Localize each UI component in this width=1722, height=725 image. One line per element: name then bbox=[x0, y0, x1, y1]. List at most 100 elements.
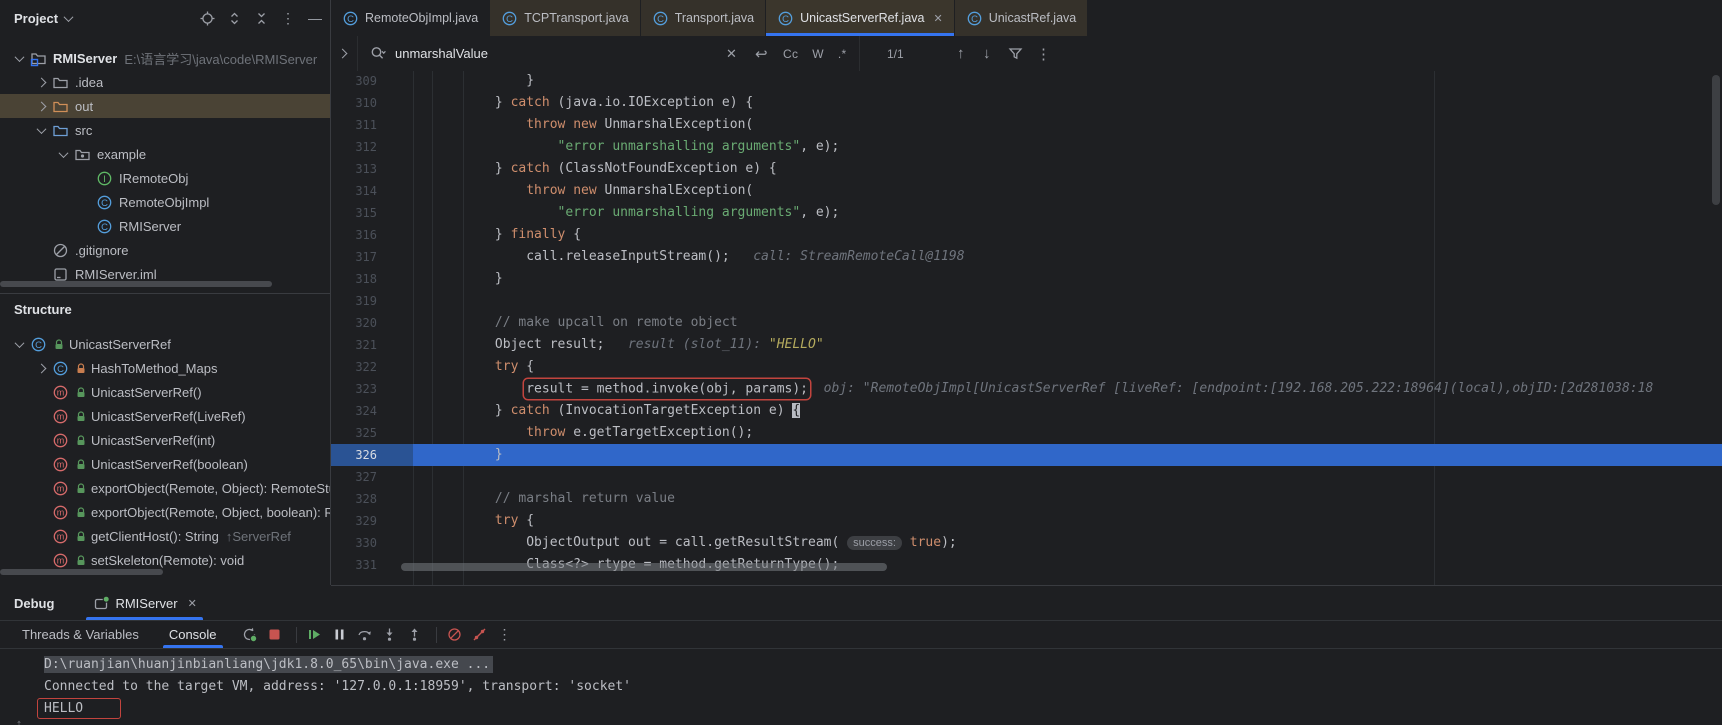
line-number[interactable]: 330 bbox=[331, 532, 377, 554]
project-horizontal-scrollbar[interactable] bbox=[0, 281, 272, 287]
toggle-match-case[interactable]: Cc bbox=[783, 47, 798, 61]
tree-item-exportobject-remote-object-remotestu[interactable]: mexportObject(Remote, Object): RemoteStu bbox=[0, 476, 330, 500]
code-line-324[interactable]: 324 } catch (InvocationTargetException e… bbox=[331, 400, 1722, 422]
tree-item-.gitignore[interactable]: .gitignore bbox=[0, 238, 330, 262]
code-line-329[interactable]: 329 try { bbox=[331, 510, 1722, 532]
line-number[interactable]: 325 bbox=[331, 422, 377, 444]
tree-item-exportobject-remote-object-boolean-r[interactable]: mexportObject(Remote, Object, boolean): … bbox=[0, 500, 330, 524]
tab-tcptransport.java[interactable]: CTCPTransport.java bbox=[490, 0, 640, 36]
step-over-icon[interactable] bbox=[354, 624, 376, 646]
mute-breakpoints-icon[interactable] bbox=[469, 624, 491, 646]
chevron-down-icon[interactable] bbox=[14, 52, 24, 62]
line-number[interactable]: 322 bbox=[331, 356, 377, 378]
editor-horizontal-scrollbar[interactable] bbox=[401, 563, 887, 571]
code-line-330[interactable]: 330 ObjectOutput out = call.getResultStr… bbox=[331, 532, 1722, 554]
code-line-315[interactable]: 315 "error unmarshalling arguments", e); bbox=[331, 202, 1722, 224]
select-opened-file-icon[interactable] bbox=[198, 9, 216, 27]
tree-item-getclienthost-string[interactable]: mgetClientHost(): String↑ServerRef bbox=[0, 524, 330, 548]
more-icon[interactable]: ⋮ bbox=[279, 9, 297, 27]
line-number[interactable]: 323 bbox=[331, 378, 377, 400]
line-number[interactable]: 328 bbox=[331, 488, 377, 510]
code-line-318[interactable]: 318 } bbox=[331, 268, 1722, 290]
debug-session-tab[interactable]: RMIServer ✕ bbox=[82, 586, 206, 620]
close-icon[interactable]: ✕ bbox=[188, 597, 197, 610]
line-number[interactable]: 311 bbox=[331, 114, 377, 136]
tree-item-src[interactable]: src bbox=[0, 118, 330, 142]
code-line-316[interactable]: 316 } finally { bbox=[331, 224, 1722, 246]
tree-item-unicastserverref-liveref-[interactable]: mUnicastServerRef(LiveRef) bbox=[0, 404, 330, 428]
view-breakpoints-icon[interactable] bbox=[444, 624, 466, 646]
console-line[interactable]: Connected to the target VM, address: '12… bbox=[44, 676, 631, 698]
tree-item-iremoteobj[interactable]: IIRemoteObj bbox=[0, 166, 330, 190]
code-line-320[interactable]: 320 // make upcall on remote object bbox=[331, 312, 1722, 334]
code-line-317[interactable]: 317 call.releaseInputStream(); call: Str… bbox=[331, 246, 1722, 268]
step-into-icon[interactable] bbox=[379, 624, 401, 646]
code-line-327[interactable]: 327 bbox=[331, 466, 1722, 488]
arrow-up-icon[interactable]: ↑ bbox=[10, 716, 28, 725]
collapse-search-icon[interactable] bbox=[339, 36, 346, 71]
console-line[interactable]: D:\ruanjian\huanjinbianliang\jdk1.8.0_65… bbox=[44, 654, 493, 676]
tree-item-out[interactable]: out bbox=[0, 94, 330, 118]
tab-remoteobjimpl.java[interactable]: CRemoteObjImpl.java bbox=[331, 0, 490, 36]
expand-all-icon[interactable] bbox=[225, 9, 243, 27]
line-number[interactable]: 313 bbox=[331, 158, 377, 180]
tree-item-unicastserverref-[interactable]: mUnicastServerRef() bbox=[0, 380, 330, 404]
chevron-down-icon[interactable] bbox=[36, 124, 46, 134]
tree-item-unicastserverref[interactable]: CUnicastServerRef bbox=[0, 332, 330, 356]
code-line-319[interactable]: 319 bbox=[331, 290, 1722, 312]
filter-icon[interactable] bbox=[1007, 36, 1024, 71]
line-number[interactable]: 321 bbox=[331, 334, 377, 356]
code-line-328[interactable]: 328 // marshal return value bbox=[331, 488, 1722, 510]
clear-search-icon[interactable]: ✕ bbox=[726, 36, 737, 71]
close-icon[interactable]: ✕ bbox=[933, 12, 942, 25]
pause-icon[interactable] bbox=[329, 624, 351, 646]
rerun-icon[interactable] bbox=[239, 624, 261, 646]
code-line-323[interactable]: 323 result = method.invoke(obj, params);… bbox=[331, 378, 1722, 400]
tree-item-remoteobjimpl[interactable]: CRemoteObjImpl bbox=[0, 190, 330, 214]
new-line-icon[interactable]: ↩ bbox=[755, 36, 768, 71]
chevron-down-icon[interactable] bbox=[58, 148, 68, 158]
tab-console[interactable]: Console bbox=[161, 621, 225, 648]
line-number[interactable]: 318 bbox=[331, 268, 377, 290]
line-number[interactable]: 316 bbox=[331, 224, 377, 246]
code-line-321[interactable]: 321 Object result; result (slot_11): "HE… bbox=[331, 334, 1722, 356]
chevron-right-icon[interactable] bbox=[36, 363, 46, 373]
code-line-310[interactable]: 310 } catch (java.io.IOException e) { bbox=[331, 92, 1722, 114]
chevron-right-icon[interactable] bbox=[36, 101, 46, 111]
line-number[interactable]: 331 bbox=[331, 554, 377, 576]
line-number[interactable]: 324 bbox=[331, 400, 377, 422]
tab-unicastserverref.java[interactable]: CUnicastServerRef.java✕ bbox=[766, 0, 955, 36]
hide-icon[interactable]: — bbox=[306, 9, 324, 27]
line-number[interactable]: 329 bbox=[331, 510, 377, 532]
more-icon[interactable]: ⋮ bbox=[494, 624, 516, 646]
tree-item-example[interactable]: example bbox=[0, 142, 330, 166]
more-icon[interactable]: ⋮ bbox=[1036, 36, 1051, 71]
tree-item-rmiserver[interactable]: RMIServerE:\语言学习\java\code\RMIServer bbox=[0, 46, 330, 70]
code-line-313[interactable]: 313 } catch (ClassNotFoundException e) { bbox=[331, 158, 1722, 180]
tree-item-hashtomethod_maps[interactable]: CHashToMethod_Maps bbox=[0, 356, 330, 380]
tab-threads-variables[interactable]: Threads & Variables bbox=[14, 621, 147, 648]
chevron-down-icon[interactable] bbox=[64, 12, 74, 22]
line-number[interactable]: 327 bbox=[331, 466, 377, 488]
tab-transport.java[interactable]: CTransport.java bbox=[641, 0, 766, 36]
toggle-words[interactable]: W bbox=[812, 47, 824, 61]
search-icon[interactable] bbox=[369, 36, 387, 71]
line-number[interactable]: 312 bbox=[331, 136, 377, 158]
tree-item-unicastserverref-int-[interactable]: mUnicastServerRef(int) bbox=[0, 428, 330, 452]
line-number[interactable]: 317 bbox=[331, 246, 377, 268]
line-number[interactable]: 309 bbox=[331, 71, 377, 92]
editor-vertical-scrollbar[interactable] bbox=[1712, 75, 1720, 205]
tree-item-rmiserver[interactable]: CRMIServer bbox=[0, 214, 330, 238]
console-line[interactable]: HELLO bbox=[44, 698, 121, 720]
line-number[interactable]: 314 bbox=[331, 180, 377, 202]
code-line-325[interactable]: 325 throw e.getTargetException(); bbox=[331, 422, 1722, 444]
code-line-314[interactable]: 314 throw new UnmarshalException( bbox=[331, 180, 1722, 202]
toggle-regex[interactable]: .* bbox=[838, 47, 847, 61]
line-number[interactable]: 320 bbox=[331, 312, 377, 334]
tab-unicastref.java[interactable]: CUnicastRef.java bbox=[955, 0, 1089, 36]
structure-horizontal-scrollbar[interactable] bbox=[0, 569, 163, 575]
code-line-326[interactable]: 326 } bbox=[331, 444, 1722, 466]
tree-item-unicastserverref-boolean-[interactable]: mUnicastServerRef(boolean) bbox=[0, 452, 330, 476]
line-number[interactable]: 319 bbox=[331, 290, 377, 312]
line-number[interactable]: 326 bbox=[331, 444, 377, 466]
